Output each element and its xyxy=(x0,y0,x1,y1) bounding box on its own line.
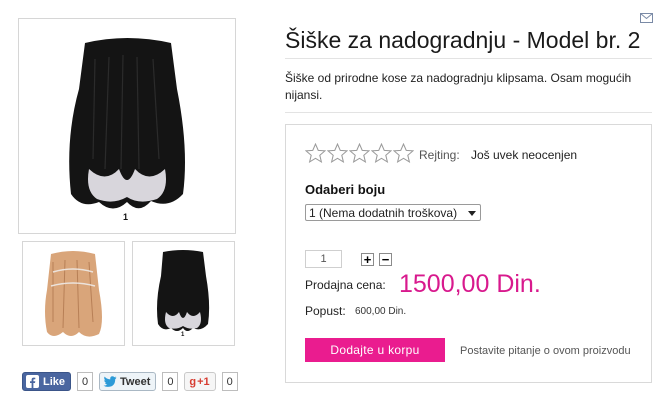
social-share-bar: Like 0 Tweet 0 g +1 0 xyxy=(22,372,238,391)
quantity-minus-button[interactable]: − xyxy=(379,253,392,266)
price-value: 1500,00 Din. xyxy=(399,270,541,298)
discount-label: Popust: xyxy=(305,304,346,318)
blonde-hair-thumbnail xyxy=(45,251,102,337)
star-icon xyxy=(393,143,414,164)
tweet-label: Tweet xyxy=(120,375,151,388)
add-to-cart-button[interactable]: Dodajte u korpu xyxy=(305,338,445,362)
facebook-like-label: Like xyxy=(43,375,66,388)
quantity-plus-button[interactable]: + xyxy=(361,253,374,266)
black-hair-thumbnail xyxy=(157,250,210,331)
main-product-image[interactable]: 1 xyxy=(18,18,236,234)
facebook-like-count: 0 xyxy=(77,372,94,391)
tweet-count: 0 xyxy=(162,372,179,391)
tweet-button[interactable]: Tweet xyxy=(99,372,157,391)
thumbnail-number: 1 xyxy=(181,332,185,338)
color-select-value: 1 (Nema dodatnih troškova) xyxy=(309,205,458,220)
google-plus-icon: g xyxy=(189,375,197,388)
facebook-icon xyxy=(25,374,40,389)
google-plus-label: +1 xyxy=(197,375,210,388)
discount-value: 600,00 Din. xyxy=(355,306,407,317)
product-title: Šiške za nadogradnju - Model br. 2 xyxy=(285,27,641,53)
thumbnail-black[interactable]: 1 xyxy=(132,241,235,346)
color-select-label: Odaberi boju xyxy=(305,182,386,197)
ask-question-link[interactable]: Postavite pitanje o ovom proizvodu xyxy=(460,345,631,357)
star-icon xyxy=(305,143,326,164)
twitter-icon xyxy=(102,374,117,389)
image-number: 1 xyxy=(123,212,129,222)
product-description: Šiške od prirodne kose za nadogradnju kl… xyxy=(285,71,632,102)
thumbnail-blonde[interactable] xyxy=(22,241,125,346)
star-icon xyxy=(327,143,348,164)
facebook-like-button[interactable]: Like xyxy=(22,372,72,391)
color-select[interactable]: 1 (Nema dodatnih troškova) xyxy=(305,204,481,221)
title-divider xyxy=(285,58,652,59)
purchase-box: Rejting: Još uvek neocenjen Odaberi boju… xyxy=(285,124,652,383)
star-icon xyxy=(371,143,392,164)
google-plus-button[interactable]: g +1 xyxy=(184,372,216,391)
google-plus-count: 0 xyxy=(221,372,238,391)
email-icon[interactable] xyxy=(640,13,653,23)
star-icon xyxy=(349,143,370,164)
quantity-input[interactable]: 1 xyxy=(305,250,342,268)
rating-value: Još uvek neocenjen xyxy=(471,148,578,162)
chevron-down-icon xyxy=(468,211,476,216)
hair-extension-image xyxy=(69,38,185,209)
rating-label: Rejting: xyxy=(419,148,460,162)
rating-stars[interactable] xyxy=(305,143,414,164)
description-divider xyxy=(285,112,652,113)
price-label: Prodajna cena: xyxy=(305,278,386,292)
